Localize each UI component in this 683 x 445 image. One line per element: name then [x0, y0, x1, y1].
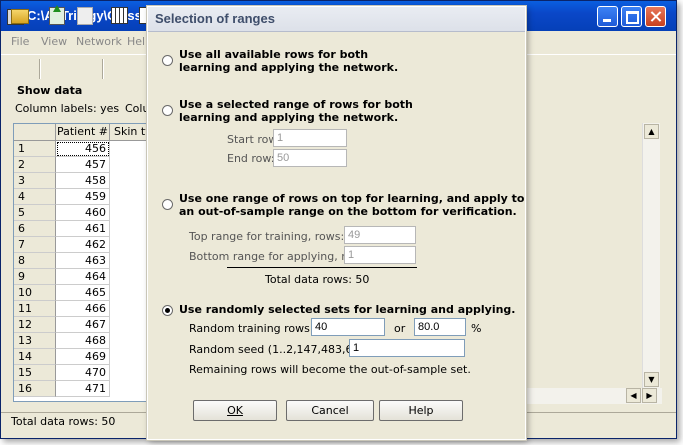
random-seed-input[interactable]: 1	[349, 339, 465, 357]
cancel-button-label: Cancel	[311, 404, 349, 417]
row-number[interactable]: 10	[14, 285, 56, 301]
menu-file[interactable]: File	[11, 35, 29, 48]
row-number[interactable]: 4	[14, 189, 56, 205]
total-data-rows-label: Total data rows: 50	[265, 273, 370, 286]
end-row-label: End row:	[227, 152, 275, 165]
radio-random-sets[interactable]	[162, 305, 173, 316]
random-seed-label: Random seed (1..2,147,483,646):	[189, 343, 375, 356]
remaining-rows-note: Remaining rows will become the out-of-sa…	[189, 363, 471, 376]
grid-corner	[14, 124, 56, 140]
vertical-scrollbar[interactable]: ▲ ▼	[642, 123, 660, 388]
grid-header: Patient # Skin ty	[14, 124, 149, 141]
row-number[interactable]: 15	[14, 365, 56, 381]
patient-cell[interactable]: 467	[56, 317, 110, 333]
minimize-button[interactable]	[597, 6, 618, 27]
row-number[interactable]: 9	[14, 269, 56, 285]
ok-button-label: OK	[227, 404, 243, 417]
or-label: or	[394, 322, 406, 335]
patient-cell[interactable]: 464	[56, 269, 110, 285]
random-percent-input[interactable]: 80.0	[414, 318, 466, 336]
show-data-label: Show data	[17, 84, 83, 97]
row-number[interactable]: 6	[14, 221, 56, 237]
data-grid[interactable]: Patient # Skin ty 1 456 2 457 3 458 4 459 5 460 6 4…	[13, 123, 150, 402]
toolbar-separator	[39, 59, 41, 79]
radio-use-all-rows[interactable]	[162, 55, 173, 66]
row-number[interactable]: 7	[14, 237, 56, 253]
scroll-left-icon[interactable]: ◀	[626, 388, 641, 403]
column-header-skin-type[interactable]: Skin ty	[110, 124, 149, 140]
scroll-right-icon[interactable]: ▶	[642, 388, 657, 403]
patient-cell[interactable]: 460	[56, 205, 110, 221]
row-number[interactable]: 13	[14, 333, 56, 349]
start-row-input[interactable]: 1	[273, 129, 347, 147]
close-button[interactable]	[645, 6, 666, 27]
total-divider	[227, 267, 417, 268]
patient-cell[interactable]: 456	[56, 141, 110, 157]
folder-open-icon[interactable]	[11, 9, 29, 24]
grid-icon[interactable]	[111, 7, 128, 24]
help-button-label: Help	[408, 404, 434, 417]
radio-selected-range[interactable]	[162, 105, 173, 116]
option-1-line-2[interactable]: learning and applying the network.	[179, 61, 398, 74]
row-number[interactable]: 5	[14, 205, 56, 221]
row-number[interactable]: 1	[14, 141, 56, 157]
percent-sign: %	[471, 322, 482, 335]
patient-cell[interactable]: 457	[56, 157, 110, 173]
option-1-line-1[interactable]: Use all available rows for both	[179, 48, 368, 61]
help-button[interactable]: Help	[379, 400, 463, 421]
patient-cell[interactable]: 468	[56, 333, 110, 349]
column-labels-text: Column labels: yes	[15, 102, 120, 115]
option-3-line-1[interactable]: Use one range of rows on top for learnin…	[179, 192, 524, 205]
patient-cell[interactable]: 461	[56, 221, 110, 237]
dialog-title: Selection of ranges	[155, 11, 275, 26]
row-number[interactable]: 8	[14, 253, 56, 269]
radio-top-bottom-split[interactable]	[162, 199, 173, 210]
import-icon[interactable]	[49, 5, 65, 25]
menu-network[interactable]: Network	[76, 35, 122, 48]
column-labels-text-2: Colu	[125, 102, 150, 115]
patient-cell[interactable]: 458	[56, 173, 110, 189]
row-number[interactable]: 14	[14, 349, 56, 365]
patient-cell[interactable]: 465	[56, 285, 110, 301]
patient-cell[interactable]: 470	[56, 365, 110, 381]
top-range-label: Top range for training, rows:	[189, 230, 345, 243]
row-number[interactable]: 11	[14, 301, 56, 317]
random-training-rows-label: Random training rows:	[189, 322, 314, 335]
row-number[interactable]: 2	[14, 157, 56, 173]
row-number[interactable]: 16	[14, 381, 56, 397]
top-range-input[interactable]: 49	[344, 226, 416, 244]
row-number[interactable]: 3	[14, 173, 56, 189]
toolbar-separator	[102, 59, 104, 79]
scroll-down-icon[interactable]: ▼	[644, 372, 659, 387]
patient-cell[interactable]: 471	[56, 381, 110, 397]
patient-cell[interactable]: 462	[56, 237, 110, 253]
status-text: Total data rows: 50	[11, 415, 116, 428]
selection-of-ranges-dialog: Selection of ranges Use all available ro…	[147, 6, 526, 440]
end-row-input[interactable]: 50	[273, 149, 347, 167]
horizontal-scrollbar[interactable]: ◀ ▶	[525, 388, 662, 404]
patient-cell[interactable]: 459	[56, 189, 110, 205]
option-2-line-1[interactable]: Use a selected range of rows for both	[179, 98, 413, 111]
row-number[interactable]: 12	[14, 317, 56, 333]
cancel-button[interactable]: Cancel	[286, 400, 374, 421]
patient-cell[interactable]: 469	[56, 349, 110, 365]
export-icon[interactable]	[77, 7, 93, 25]
bottom-range-input[interactable]: 1	[344, 246, 416, 264]
patient-cell[interactable]: 463	[56, 253, 110, 269]
patient-cell[interactable]: 466	[56, 301, 110, 317]
scroll-up-icon[interactable]: ▲	[644, 124, 659, 139]
option-3-line-2[interactable]: an out-of-sample range on the bottom for…	[179, 205, 517, 218]
option-4-label[interactable]: Use randomly selected sets for learning …	[179, 303, 515, 316]
menu-view[interactable]: View	[41, 35, 67, 48]
column-header-patient[interactable]: Patient #	[56, 124, 110, 140]
ok-button[interactable]: OK	[193, 400, 277, 421]
dialog-title-bar[interactable]: Selection of ranges	[148, 7, 525, 32]
random-training-rows-input[interactable]: 40	[311, 318, 385, 336]
option-2-line-2[interactable]: learning and applying the network.	[179, 111, 398, 124]
maximize-button[interactable]	[621, 6, 642, 27]
